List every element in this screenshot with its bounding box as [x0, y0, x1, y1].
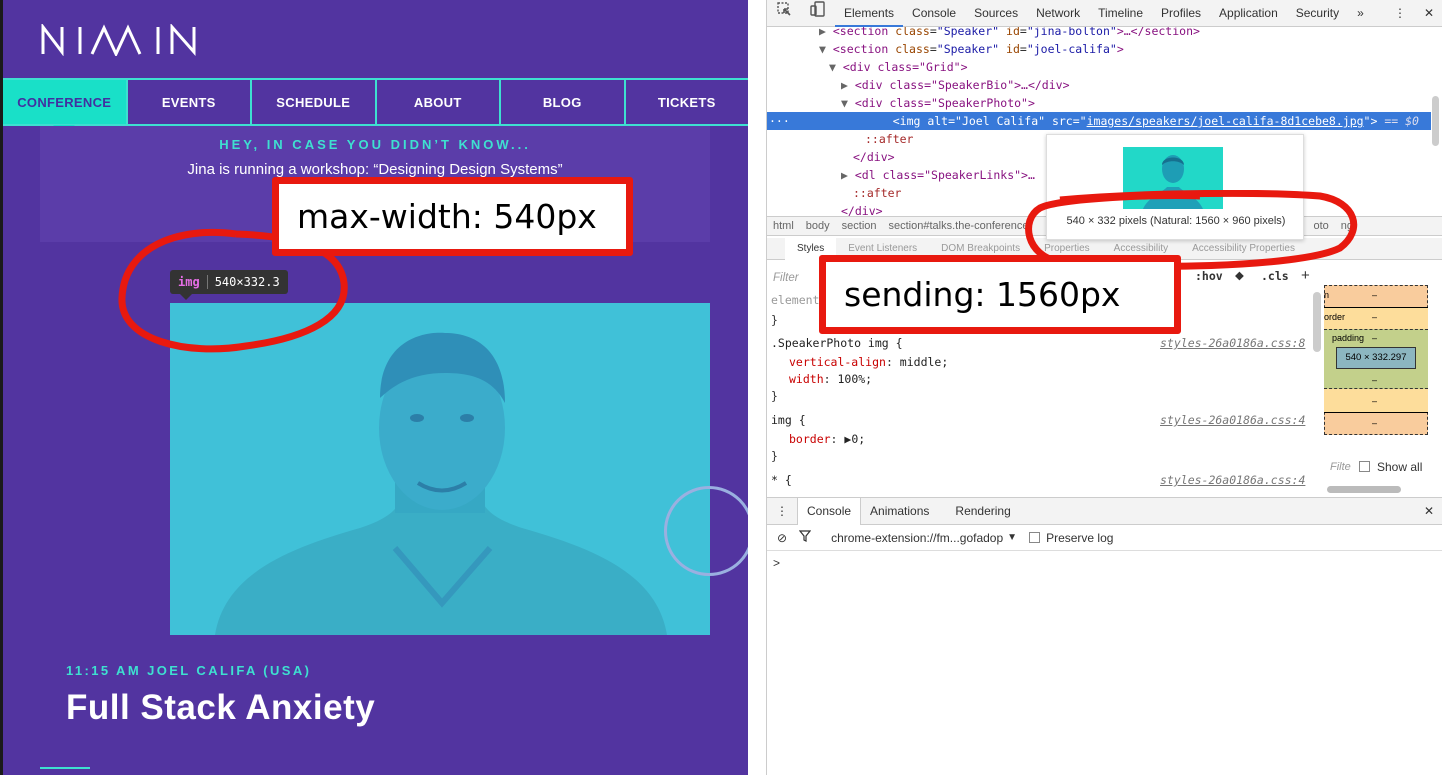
- padding-label: padding: [1332, 333, 1365, 343]
- drawer-tabbar: ⋮ Console Animations Rendering ✕: [767, 497, 1442, 525]
- rule-close: }: [771, 389, 778, 403]
- show-all-checkbox[interactable]: [1359, 461, 1370, 472]
- rule-source-link[interactable]: styles-26a0186a.css:8: [1160, 335, 1305, 352]
- styles-scrollbar[interactable]: [1313, 292, 1321, 352]
- rule-source-link[interactable]: styles-26a0186a.css:4: [1160, 412, 1305, 429]
- inspect-element-icon[interactable]: [767, 0, 801, 27]
- close-drawer-icon[interactable]: ✕: [1415, 504, 1442, 518]
- nav-conference[interactable]: CONFERENCE: [3, 80, 126, 136]
- preserve-log-checkbox[interactable]: [1029, 532, 1041, 543]
- tab-timeline[interactable]: Timeline: [1089, 0, 1152, 27]
- preserve-log-label: Preserve log: [1046, 530, 1114, 545]
- nav-about[interactable]: ABOUT: [374, 80, 500, 124]
- tab-elements[interactable]: Elements: [835, 0, 904, 27]
- mixin-logo[interactable]: [40, 24, 210, 56]
- tab-event-listeners[interactable]: Event Listeners: [836, 243, 929, 254]
- styles-filter-input[interactable]: Filter: [773, 270, 799, 287]
- dom-node-speakerbio[interactable]: ▶ <div class="SpeakerBio">…</div>: [767, 76, 1431, 94]
- tab-dom-breakpoints[interactable]: DOM Breakpoints: [929, 243, 1032, 254]
- chevron-down-icon[interactable]: ▼: [1003, 532, 1029, 543]
- tab-network[interactable]: Network: [1027, 0, 1089, 27]
- notice-kicker: HEY, IN CASE YOU DIDN’T KNOW...: [219, 137, 531, 152]
- nav-blog[interactable]: BLOG: [499, 80, 624, 124]
- rule-universal[interactable]: * {: [771, 472, 792, 489]
- dom-node-section-joel[interactable]: ▼ <section class="Speaker" id="joel-cali…: [767, 40, 1431, 58]
- dom-node-grid[interactable]: ▼ <div class="Grid">: [767, 58, 1431, 76]
- decorative-circle: [664, 486, 748, 576]
- drawer-tab-rendering[interactable]: Rendering: [946, 504, 1019, 518]
- rule-close: }: [771, 313, 778, 327]
- prop-border[interactable]: border: ▶0;: [789, 431, 865, 448]
- website-viewport: CONFERENCE EVENTS SCHEDULE ABOUT BLOG TI…: [0, 0, 748, 775]
- element-style-label: element: [771, 293, 820, 307]
- rule-close: }: [771, 449, 778, 463]
- nav-tickets[interactable]: TICKETS: [623, 80, 749, 124]
- breadcrumb-html[interactable]: html: [767, 220, 800, 232]
- margin-value: –: [1372, 290, 1378, 300]
- device-toolbar-icon[interactable]: [801, 0, 835, 27]
- padding-bottom-value: –: [1372, 375, 1378, 385]
- main-nav: CONFERENCE EVENTS SCHEDULE ABOUT BLOG TI…: [3, 78, 749, 136]
- notice-text[interactable]: Jina is running a workshop: “Designing D…: [40, 161, 710, 178]
- dom-node-section-jina[interactable]: ▶ <section class="Speaker" id="jina-bolt…: [767, 27, 1431, 40]
- talk-title[interactable]: Full Stack Anxiety: [66, 688, 375, 728]
- annotation-max-width: max-width: 540px: [272, 177, 633, 256]
- border-label: order: [1324, 312, 1346, 322]
- console-toolbar: ⊘ chrome-extension://fm...gofadop ▼ Pres…: [767, 525, 1442, 551]
- margin-bottom-value: –: [1372, 418, 1378, 428]
- close-devtools-icon[interactable]: ✕: [1415, 0, 1442, 27]
- tab-console[interactable]: Console: [903, 0, 965, 27]
- nav-events[interactable]: EVENTS: [125, 80, 251, 124]
- tab-profiles[interactable]: Profiles: [1152, 0, 1210, 27]
- rule-img[interactable]: img {: [771, 412, 806, 429]
- menu-kebab-icon[interactable]: ⋮: [1385, 0, 1415, 27]
- padding-value: –: [1372, 333, 1378, 343]
- computed-filter[interactable]: Filte: [1330, 461, 1351, 473]
- prop-width[interactable]: width: 100%;: [789, 371, 872, 388]
- nav-schedule[interactable]: SCHEDULE: [250, 80, 375, 124]
- prop-vertical-align[interactable]: vertical-align: middle;: [789, 354, 948, 371]
- border-bottom-value: –: [1372, 396, 1378, 406]
- breadcrumb-section-talks[interactable]: section#talks.the-conference: [883, 220, 1035, 232]
- breadcrumb-body[interactable]: body: [800, 220, 836, 232]
- dom-node-img-selected[interactable]: ··· <img alt="Joel Califa" src="images/s…: [767, 112, 1431, 130]
- talk-meta: 11:15 AM JOEL CALIFA (USA): [66, 663, 312, 678]
- drawer-menu-icon[interactable]: ⋮: [767, 504, 797, 518]
- context-select[interactable]: chrome-extension://fm...gofadop: [831, 531, 1003, 545]
- clear-console-icon[interactable]: ⊘: [767, 531, 793, 545]
- annotation-sending: sending: 1560px: [819, 255, 1181, 334]
- show-all-label: Show all: [1377, 460, 1423, 474]
- divider: [40, 767, 90, 769]
- filter-icon[interactable]: [793, 530, 831, 545]
- devtools-tabbar: Elements Console Sources Network Timelin…: [767, 0, 1442, 27]
- border-value: –: [1372, 312, 1378, 322]
- rule-source-link[interactable]: styles-26a0186a.css:4: [1160, 472, 1305, 489]
- dom-scrollbar[interactable]: [1432, 96, 1439, 146]
- console-prompt[interactable]: >: [773, 556, 780, 570]
- rule-speakerphoto-img[interactable]: .SpeakerPhoto img {: [771, 335, 903, 352]
- dom-node-speakerphoto[interactable]: ▼ <div class="SpeakerPhoto">: [767, 94, 1431, 112]
- tab-security[interactable]: Security: [1287, 0, 1348, 27]
- margin-label: n: [1324, 290, 1330, 300]
- computed-scrollbar[interactable]: [1327, 486, 1401, 493]
- panel-gutter: [748, 0, 766, 775]
- tab-sources[interactable]: Sources: [965, 0, 1027, 27]
- tab-application[interactable]: Application: [1210, 0, 1287, 27]
- drawer-tab-console[interactable]: Console: [797, 497, 862, 525]
- more-tabs-icon[interactable]: »: [1348, 0, 1373, 27]
- drawer-tab-animations[interactable]: Animations: [861, 504, 938, 518]
- box-model-content[interactable]: 540 × 332.297: [1336, 347, 1416, 369]
- breadcrumb-section[interactable]: section: [836, 220, 883, 232]
- box-model: n – order – padding – 540 × 332.297 – – …: [1324, 285, 1428, 435]
